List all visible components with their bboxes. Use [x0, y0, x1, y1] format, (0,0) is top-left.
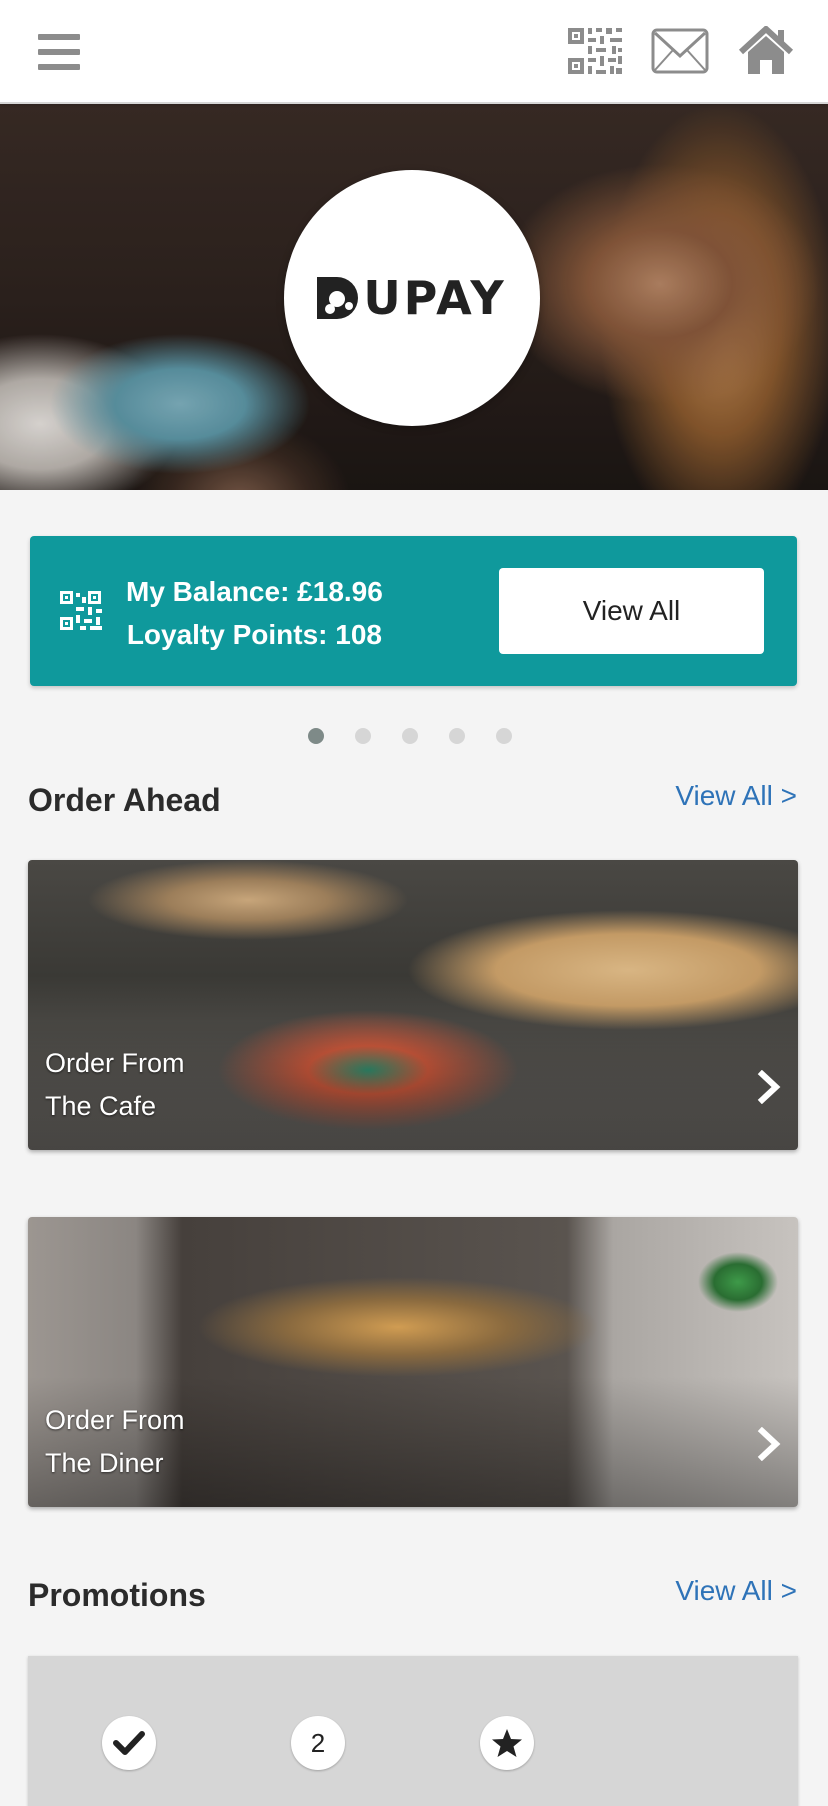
balance-amount: My Balance: £18.96: [126, 576, 383, 607]
promotions-panel: 2: [28, 1656, 798, 1806]
view-all-button[interactable]: View All: [499, 568, 764, 654]
hamburger-menu-icon[interactable]: [38, 34, 80, 70]
qr-code-icon[interactable]: [60, 591, 104, 631]
card-label-line1: Order From: [45, 1048, 185, 1078]
promotions-heading: Promotions: [28, 1577, 206, 1613]
loyalty-points: Loyalty Points: 108: [126, 619, 382, 650]
logo-mark-icon: [317, 277, 359, 319]
home-icon[interactable]: [738, 26, 794, 76]
logo-wordmark: UPAY: [363, 271, 507, 325]
chevron-right-icon: [757, 1427, 781, 1461]
check-badge[interactable]: [102, 1716, 156, 1770]
order-from-diner-card[interactable]: Order From The Diner: [28, 1217, 798, 1507]
balance-card: My Balance: £18.96 Loyalty Points: 108 V…: [30, 536, 797, 686]
order-ahead-heading: Order Ahead: [28, 782, 221, 818]
carousel-dot[interactable]: [355, 728, 371, 744]
qr-code-icon[interactable]: [566, 26, 624, 76]
card-label-line1: Order From: [45, 1405, 185, 1435]
order-ahead-view-all-link[interactable]: View All >: [675, 780, 797, 812]
star-icon: [492, 1729, 522, 1757]
star-badge[interactable]: [480, 1716, 534, 1770]
carousel-dot[interactable]: [496, 728, 512, 744]
carousel-dot[interactable]: [308, 728, 324, 744]
order-from-cafe-card[interactable]: Order From The Cafe: [28, 860, 798, 1150]
carousel-pagination: [308, 728, 512, 744]
brand-logo: UPAY: [284, 170, 540, 426]
top-app-bar: [0, 0, 828, 104]
carousel-dot[interactable]: [449, 728, 465, 744]
card-label-line2: The Diner: [45, 1448, 164, 1478]
check-icon: [113, 1731, 145, 1755]
carousel-dot[interactable]: [402, 728, 418, 744]
step-two-badge[interactable]: 2: [291, 1716, 345, 1770]
envelope-icon[interactable]: [651, 26, 709, 76]
card-label-line2: The Cafe: [45, 1091, 157, 1121]
chevron-right-icon: [757, 1070, 781, 1104]
promotions-view-all-link[interactable]: View All >: [675, 1575, 797, 1607]
